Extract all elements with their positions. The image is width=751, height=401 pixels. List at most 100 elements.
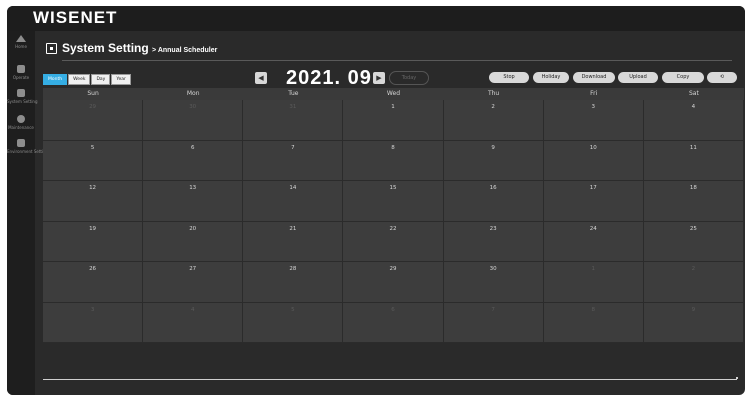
day-number: 30	[489, 266, 497, 272]
copy-button[interactable]: Copy	[662, 72, 704, 83]
calendar-day-cell[interactable]: 24	[543, 221, 644, 262]
page-title-text: System Setting	[62, 41, 149, 55]
sidebar-item-environment-setting[interactable]: Environment Setting	[7, 139, 48, 154]
day-number: 17	[589, 185, 597, 191]
day-number: 1	[391, 104, 395, 110]
calendar-day-cell[interactable]: 28	[243, 262, 344, 303]
stop-button[interactable]: Stop	[489, 72, 529, 83]
calendar-day-cell[interactable]: 30	[143, 100, 244, 141]
sidebar-item-operate[interactable]: Operate	[7, 65, 35, 80]
weekday-wed: Wed	[386, 90, 401, 97]
calendar-day-cell[interactable]: 12	[43, 181, 144, 222]
calendar-day-cell[interactable]: 14	[243, 181, 344, 222]
calendar-day-cell[interactable]: 3	[43, 302, 144, 343]
calendar-day-cell[interactable]: 26	[43, 262, 144, 303]
day-number: 19	[89, 225, 97, 232]
calendar-day-cell[interactable]: 21	[243, 221, 344, 262]
refresh-button[interactable]: ⟲	[707, 72, 737, 83]
tab-week[interactable]: Week	[68, 74, 91, 85]
calendar-day-cell[interactable]: 16	[443, 181, 544, 222]
calendar-day-cell[interactable]: 9	[643, 302, 744, 343]
refresh-icon: ⟲	[719, 74, 725, 80]
calendar-day-cell[interactable]: 5	[243, 302, 344, 343]
maintenance-icon	[17, 115, 25, 123]
day-number: 1	[591, 266, 596, 272]
day-number: 12	[89, 185, 97, 191]
day-number: 26	[89, 266, 97, 272]
day-number: 5	[291, 306, 295, 313]
calendar-day-cell[interactable]: 6	[143, 140, 244, 181]
calendar-day-cell[interactable]: 27	[143, 262, 244, 303]
page-title: System Setting > Annual Scheduler	[62, 41, 217, 55]
environment-setting-icon	[17, 139, 25, 147]
header-divider	[62, 60, 732, 61]
calendar-day-cell[interactable]: 13	[143, 181, 244, 222]
calendar-day-cell[interactable]: 18	[643, 181, 744, 222]
sidebar-item-maintenance[interactable]: Maintenance	[7, 115, 35, 130]
day-number: 24	[589, 225, 597, 232]
calendar-day-cell[interactable]: 4	[143, 302, 244, 343]
calendar-day-cell[interactable]: 7	[243, 140, 344, 181]
calendar-day-cell[interactable]: 10	[543, 140, 644, 181]
calendar-day-cell[interactable]: 1	[543, 262, 644, 303]
tab-year[interactable]: Year	[111, 74, 131, 85]
calendar-day-cell[interactable]: 5	[43, 140, 144, 181]
chevron-right-icon: ▶	[376, 74, 382, 82]
operate-icon	[17, 65, 25, 73]
sidebar-item-label: Maintenance	[8, 125, 34, 130]
tab-month[interactable]: Month	[43, 74, 68, 85]
day-number: 29	[89, 104, 97, 110]
sidebar-item-system-setting[interactable]: System Setting	[7, 89, 38, 104]
calendar-day-cell[interactable]: 8	[343, 140, 444, 181]
tab-day[interactable]: Day	[91, 74, 111, 85]
calendar-day-cell[interactable]: 8	[543, 302, 644, 343]
holiday-button[interactable]: Holiday	[533, 72, 569, 83]
calendar-day-cell[interactable]: 1	[343, 100, 444, 141]
download-button[interactable]: Download	[573, 72, 615, 83]
next-month-button[interactable]: ▶	[373, 72, 385, 84]
calendar-day-cell[interactable]: 15	[343, 181, 444, 222]
day-number: 20	[189, 225, 197, 232]
calendar-day-cell[interactable]: 2	[443, 100, 544, 141]
day-number: 3	[591, 104, 596, 110]
calendar-day-cell[interactable]: 7	[443, 302, 544, 343]
today-button[interactable]: Today	[389, 71, 429, 85]
wisenet-logo: WISENET	[33, 8, 118, 27]
calendar-day-cell[interactable]: 11	[643, 140, 744, 181]
breadcrumb: > Annual Scheduler	[152, 47, 218, 54]
weekday-fri: Fri	[590, 90, 598, 97]
day-number: 5	[90, 144, 95, 151]
chevron-left-icon: ◀	[258, 74, 264, 82]
day-number: 8	[391, 144, 395, 151]
calendar-day-cell[interactable]: 31	[243, 100, 344, 141]
day-number: 23	[489, 225, 497, 232]
day-number: 15	[389, 185, 397, 191]
day-number: 7	[291, 144, 295, 151]
calendar-day-cell[interactable]: 25	[643, 221, 744, 262]
calendar-day-cell[interactable]: 30	[443, 262, 544, 303]
calendar-day-cell[interactable]: 22	[343, 221, 444, 262]
sidebar: Home Operate System Setting Maintenance …	[7, 31, 48, 395]
day-number: 14	[289, 185, 297, 191]
calendar-day-cell[interactable]: 9	[443, 140, 544, 181]
calendar-day-cell[interactable]: 6	[343, 302, 444, 343]
settings-page-icon	[46, 43, 57, 54]
day-number: 27	[189, 266, 197, 272]
bottom-marker	[736, 377, 738, 379]
calendar-day-cell[interactable]: 2	[643, 262, 744, 303]
calendar-day-cell[interactable]: 17	[543, 181, 644, 222]
calendar-day-cell[interactable]: 4	[643, 100, 744, 141]
day-number: 6	[391, 306, 395, 313]
calendar-day-cell[interactable]: 29	[43, 100, 144, 141]
sidebar-item-home[interactable]: Home	[7, 35, 35, 49]
calendar-day-cell[interactable]: 3	[543, 100, 644, 141]
calendar-day-cell[interactable]: 29	[343, 262, 444, 303]
day-number: 30	[189, 104, 197, 110]
home-icon	[16, 35, 26, 42]
calendar-day-cell[interactable]: 20	[143, 221, 244, 262]
calendar-day-cell[interactable]: 23	[443, 221, 544, 262]
upload-button[interactable]: Upload	[618, 72, 658, 83]
calendar-day-cell[interactable]: 19	[43, 221, 144, 262]
prev-month-button[interactable]: ◀	[255, 72, 267, 84]
weekday-tue: Tue	[288, 90, 299, 97]
